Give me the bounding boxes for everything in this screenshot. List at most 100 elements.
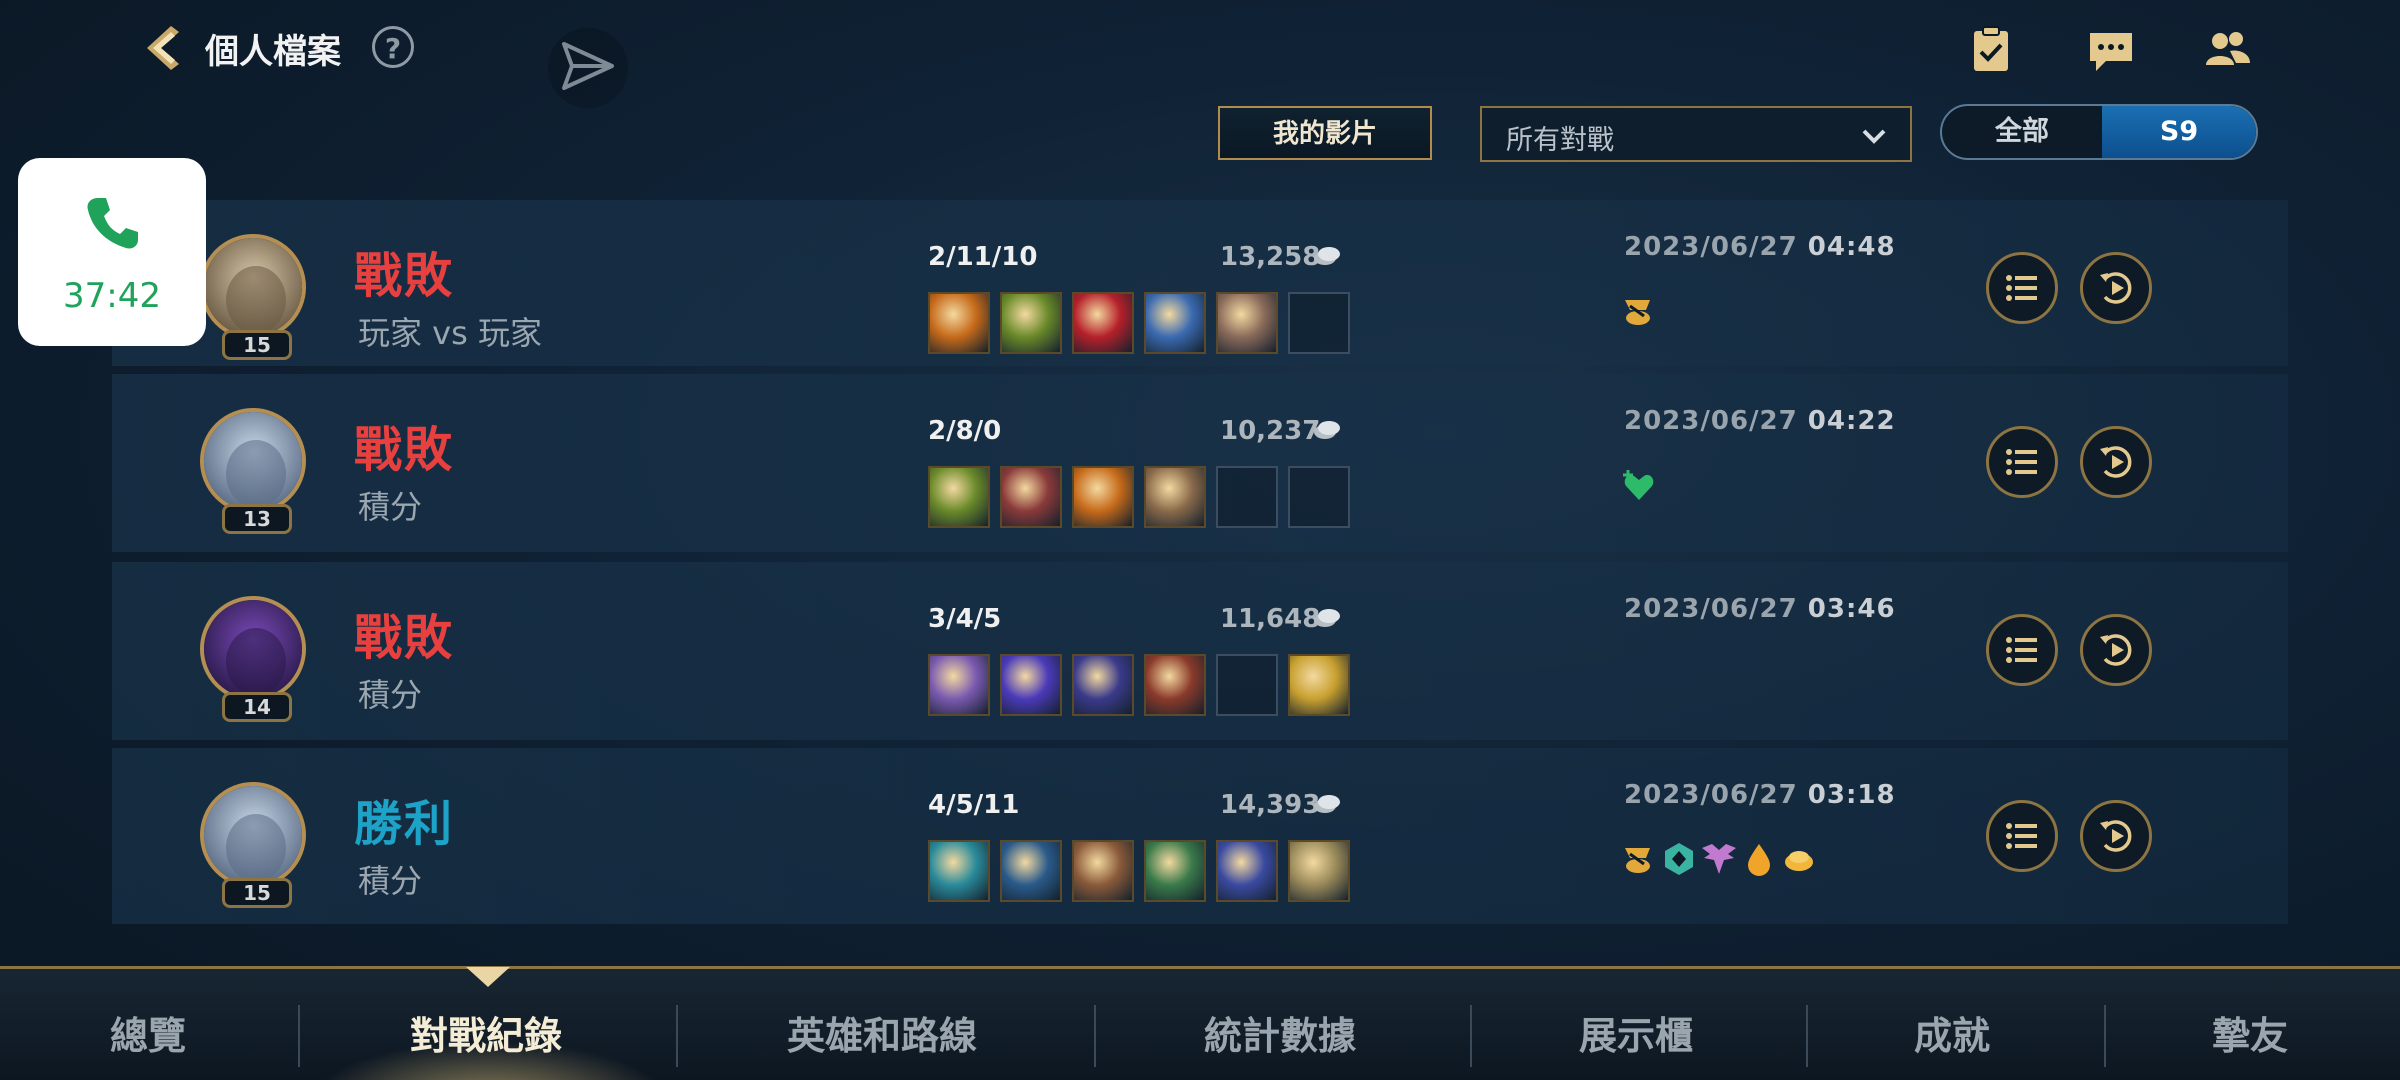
match-date: 2023/06/27 bbox=[1624, 232, 1798, 262]
drop-badge-icon[interactable] bbox=[1740, 840, 1778, 878]
tab-divider bbox=[298, 1005, 300, 1067]
gold-icon bbox=[1314, 609, 1340, 627]
season-toggle: 全部 S9 bbox=[1940, 104, 2258, 160]
shield-badge-icon[interactable] bbox=[1660, 840, 1698, 878]
empty-item-slot bbox=[1216, 466, 1278, 528]
item-icon[interactable] bbox=[1288, 654, 1350, 716]
item-icon[interactable] bbox=[1072, 292, 1134, 354]
call-duration: 37:42 bbox=[63, 276, 161, 316]
match-time: 04:22 bbox=[1807, 406, 1896, 436]
tab-divider bbox=[676, 1005, 678, 1067]
match-row[interactable]: 14 戰敗 積分 3/4/5 11,648 2023/06/27 03:46 bbox=[112, 562, 2288, 740]
tab-3[interactable]: 統計數據 bbox=[1130, 1005, 1430, 1060]
champion-avatar[interactable] bbox=[200, 408, 306, 514]
match-date: 2023/06/27 bbox=[1624, 594, 1798, 624]
match-result: 戰敗 bbox=[354, 248, 455, 304]
item-icon[interactable] bbox=[1072, 654, 1134, 716]
item-icon[interactable] bbox=[928, 840, 990, 902]
send-icon[interactable] bbox=[548, 28, 628, 108]
item-icon[interactable] bbox=[1144, 654, 1206, 716]
tab-1[interactable]: 對戰紀錄 bbox=[336, 1005, 636, 1060]
item-icon[interactable] bbox=[1144, 292, 1206, 354]
gold-earned: 13,258 bbox=[1220, 242, 1321, 272]
page-title: 個人檔案 bbox=[205, 32, 341, 72]
chat-icon[interactable] bbox=[2086, 25, 2136, 75]
match-datetime: 2023/06/27 04:22 bbox=[1624, 406, 1896, 436]
match-details-button[interactable] bbox=[1986, 426, 2058, 498]
profile-screen: 個人檔案 ? 我的影片 所有對戰 全部 S9 15 戰敗 玩家 vs 玩家 2/… bbox=[0, 0, 2400, 1080]
item-icon[interactable] bbox=[1000, 654, 1062, 716]
match-details-button[interactable] bbox=[1986, 800, 2058, 872]
help-icon[interactable]: ? bbox=[372, 26, 414, 68]
match-details-button[interactable] bbox=[1986, 252, 2058, 324]
item-icon[interactable] bbox=[1000, 840, 1062, 902]
coin-badge-icon[interactable] bbox=[1780, 840, 1818, 878]
my-videos-button[interactable]: 我的影片 bbox=[1218, 106, 1432, 160]
match-time: 03:46 bbox=[1807, 594, 1896, 624]
replay-icon bbox=[2100, 634, 2132, 666]
item-icon[interactable] bbox=[1216, 292, 1278, 354]
match-date: 2023/06/27 bbox=[1624, 406, 1798, 436]
gold-icon bbox=[1314, 247, 1340, 265]
tab-0[interactable]: 總覽 bbox=[0, 1005, 298, 1060]
item-icon[interactable] bbox=[1144, 466, 1206, 528]
replay-icon bbox=[2100, 272, 2132, 304]
match-row[interactable]: 15 戰敗 玩家 vs 玩家 2/11/10 13,258 2023/06/27 04:4… bbox=[112, 200, 2288, 366]
item-icon[interactable] bbox=[1144, 840, 1206, 902]
gold-badge-icon[interactable] bbox=[1620, 292, 1658, 330]
item-icon[interactable] bbox=[1000, 466, 1062, 528]
active-tab-caret-icon bbox=[466, 967, 510, 987]
tab-divider bbox=[1094, 1005, 1096, 1067]
match-result: 勝利 bbox=[354, 796, 455, 852]
replay-button[interactable] bbox=[2080, 614, 2152, 686]
season-all-option[interactable]: 全部 bbox=[1942, 106, 2102, 158]
match-mode: 積分 bbox=[358, 862, 423, 900]
gold-badge-icon[interactable] bbox=[1620, 840, 1658, 878]
match-row[interactable]: 15 勝利 積分 4/5/11 14,393 2023/06/27 03:18 bbox=[112, 748, 2288, 924]
tab-2[interactable]: 英雄和路線 bbox=[732, 1005, 1032, 1060]
friends-icon[interactable] bbox=[2202, 25, 2252, 75]
match-row[interactable]: 13 戰敗 積分 2/8/0 10,237 2023/06/27 04:22 bbox=[112, 374, 2288, 552]
match-result: 戰敗 bbox=[354, 422, 455, 478]
item-icon[interactable] bbox=[1072, 466, 1134, 528]
item-icon[interactable] bbox=[1288, 840, 1350, 902]
item-icon[interactable] bbox=[1000, 292, 1062, 354]
list-icon bbox=[2006, 449, 2037, 475]
empty-item-slot bbox=[1288, 466, 1350, 528]
season-s9-option[interactable]: S9 bbox=[2102, 106, 2256, 158]
champion-avatar[interactable] bbox=[200, 596, 306, 702]
match-result: 戰敗 bbox=[354, 610, 455, 666]
list-icon bbox=[2006, 275, 2037, 301]
back-icon[interactable] bbox=[135, 20, 191, 76]
tab-divider bbox=[1806, 1005, 1808, 1067]
replay-icon bbox=[2100, 446, 2132, 478]
tab-6[interactable]: 摯友 bbox=[2100, 1005, 2400, 1060]
item-icon[interactable] bbox=[928, 292, 990, 354]
kda-stat: 3/4/5 bbox=[928, 604, 1002, 634]
tab-5[interactable]: 成就 bbox=[1802, 1005, 2102, 1060]
bottom-nav: 總覽 對戰紀錄 英雄和路線 統計數據 展示櫃 成就 摯友 bbox=[0, 966, 2400, 1080]
item-icon[interactable] bbox=[1072, 840, 1134, 902]
gold-earned: 14,393 bbox=[1220, 790, 1321, 820]
item-icon[interactable] bbox=[928, 654, 990, 716]
call-timer-widget[interactable]: 37:42 bbox=[18, 158, 206, 346]
wings-badge-icon[interactable] bbox=[1700, 840, 1738, 878]
gold-icon bbox=[1314, 795, 1340, 813]
replay-button[interactable] bbox=[2080, 426, 2152, 498]
tab-4[interactable]: 展示櫃 bbox=[1486, 1005, 1786, 1060]
checklist-icon[interactable] bbox=[1966, 25, 2016, 75]
item-icon[interactable] bbox=[928, 466, 990, 528]
champion-avatar[interactable] bbox=[200, 234, 306, 340]
list-icon bbox=[2006, 637, 2037, 663]
replay-button[interactable] bbox=[2080, 252, 2152, 324]
item-icon[interactable] bbox=[1216, 840, 1278, 902]
champion-level: 14 bbox=[222, 692, 292, 722]
match-details-button[interactable] bbox=[1986, 614, 2058, 686]
match-mode: 積分 bbox=[358, 676, 423, 714]
kda-stat: 2/8/0 bbox=[928, 416, 1002, 446]
empty-item-slot bbox=[1216, 654, 1278, 716]
game-mode-dropdown[interactable]: 所有對戰 bbox=[1480, 106, 1912, 162]
champion-avatar[interactable] bbox=[200, 782, 306, 888]
replay-button[interactable] bbox=[2080, 800, 2152, 872]
heal-badge-icon[interactable] bbox=[1620, 466, 1658, 504]
